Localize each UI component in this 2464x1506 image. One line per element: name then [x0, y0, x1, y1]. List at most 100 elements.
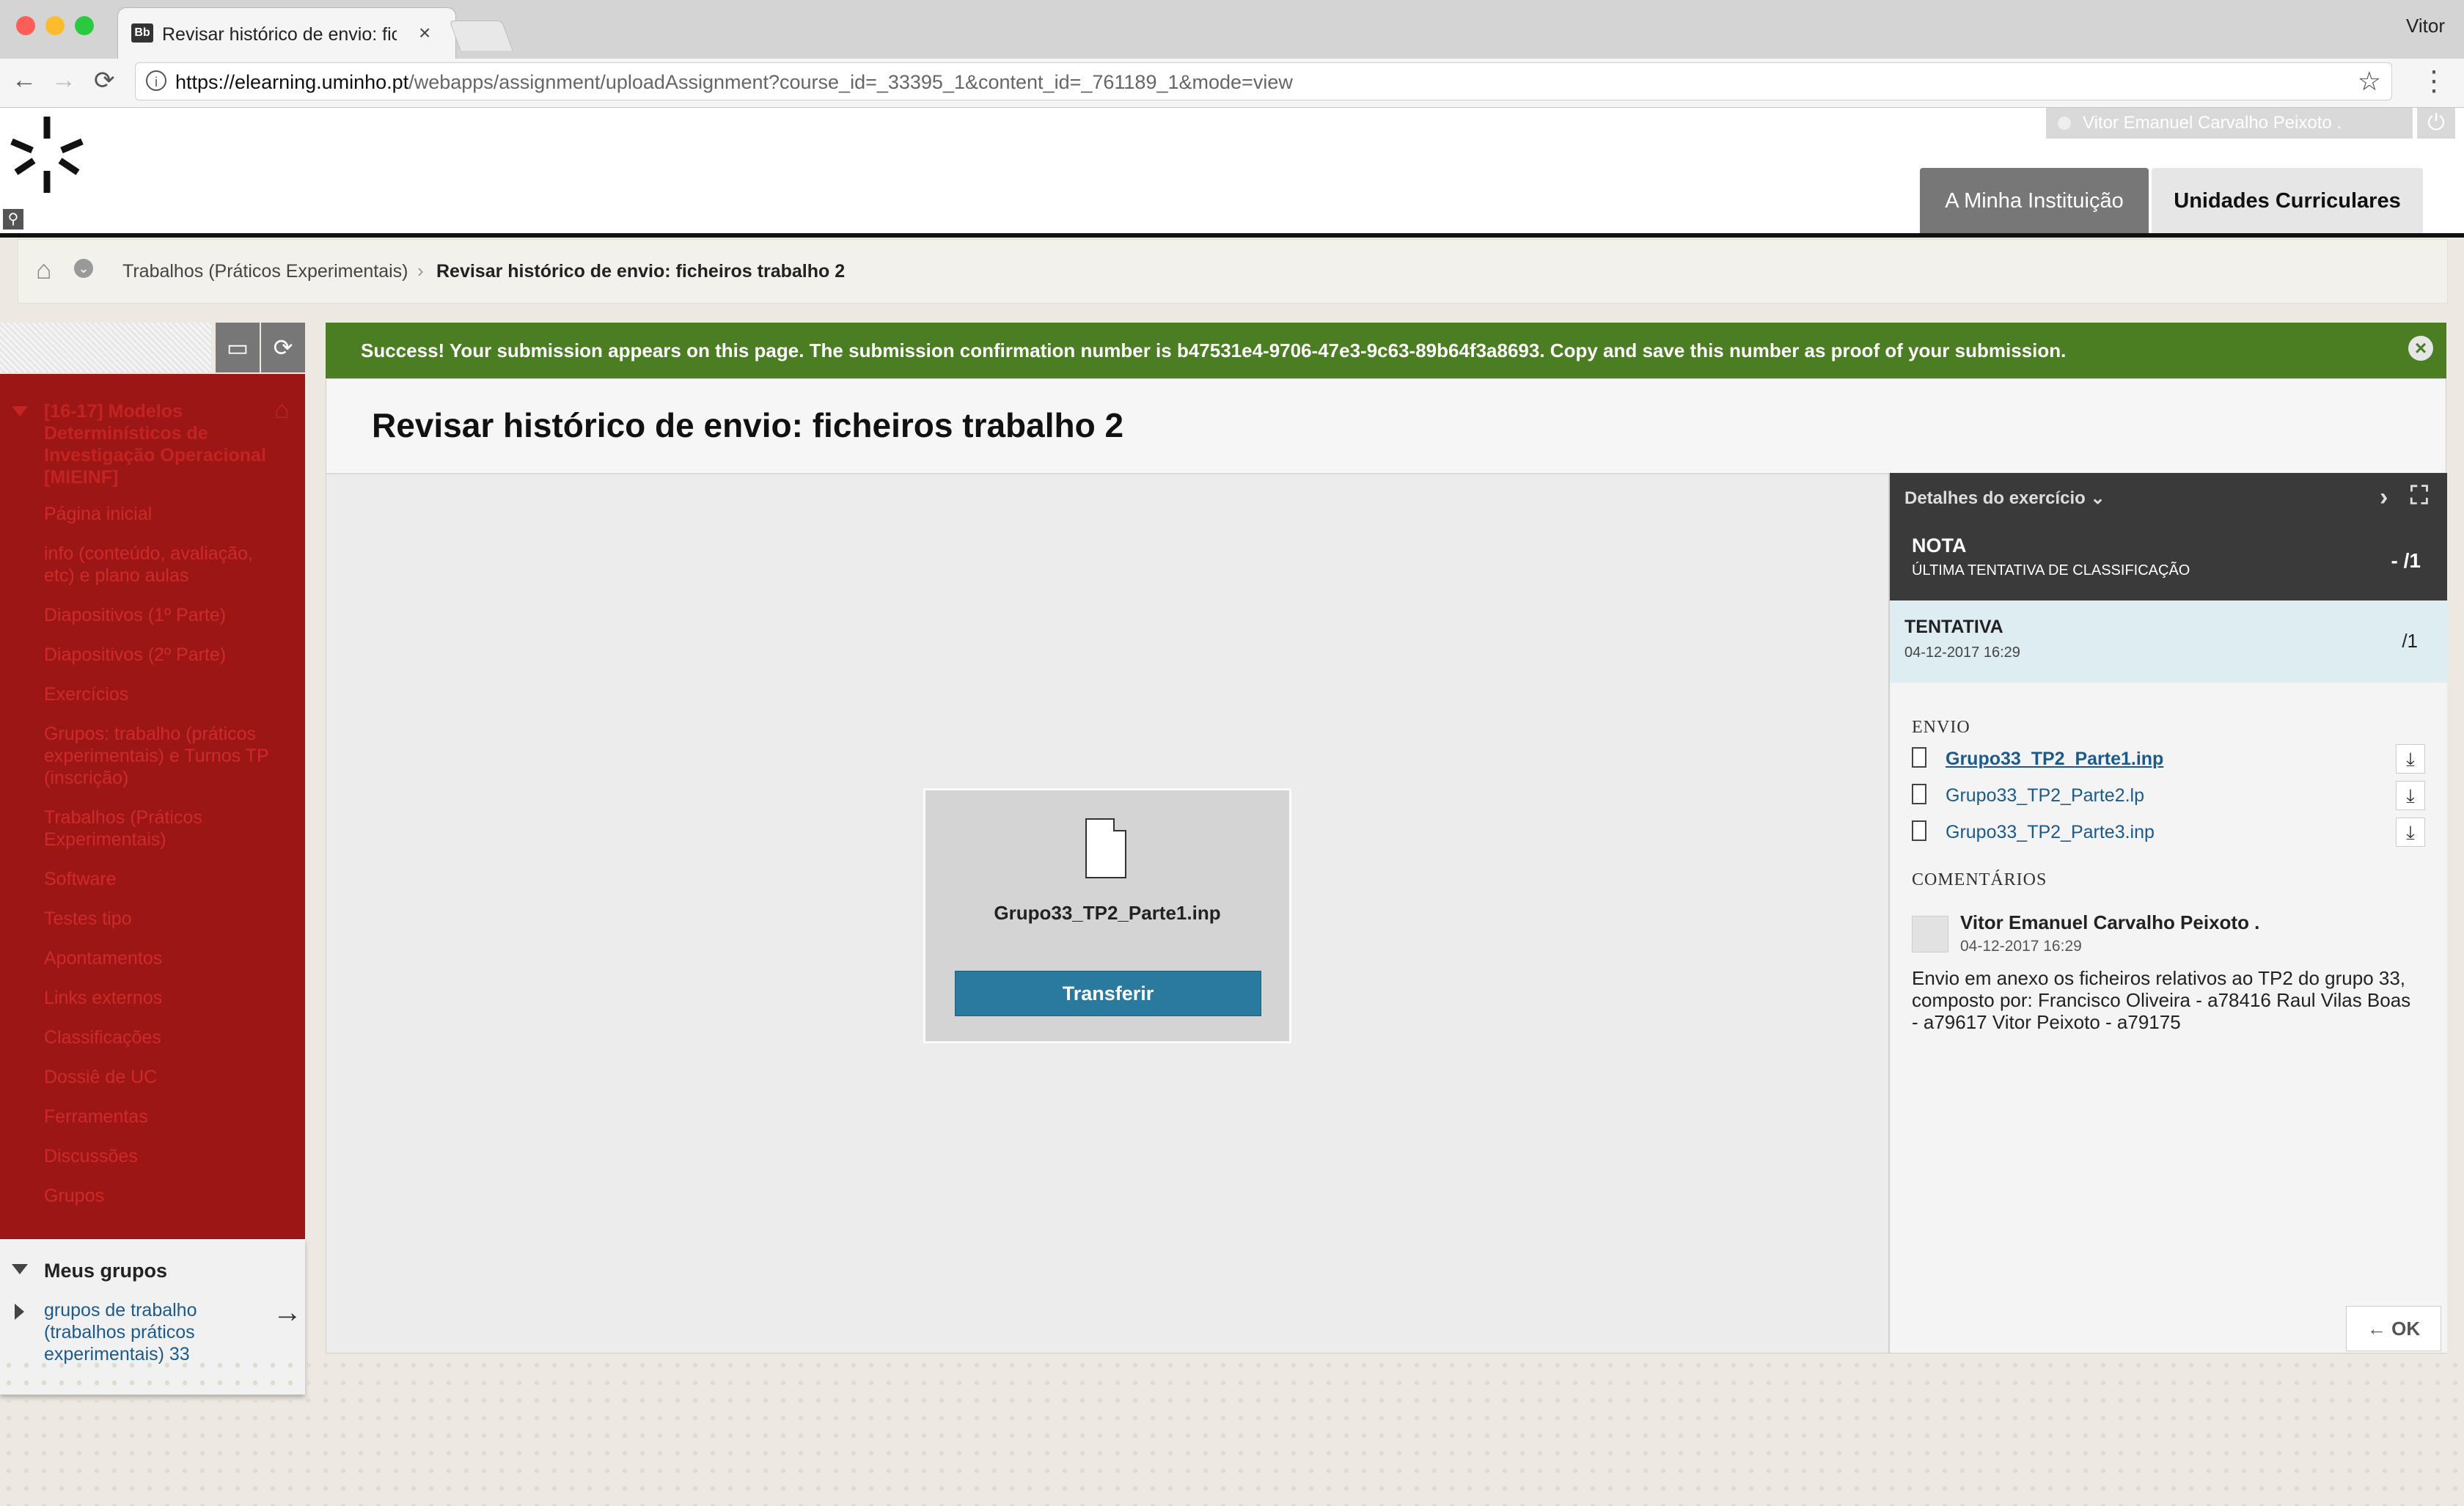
- url-text: https://elearning.uminho.pt/webapps/assi…: [175, 71, 1293, 93]
- fullscreen-icon[interactable]: ⛶: [2410, 482, 2428, 510]
- info-icon[interactable]: i: [146, 70, 166, 91]
- close-icon[interactable]: ×: [2408, 336, 2433, 361]
- close-window-icon[interactable]: [16, 16, 35, 35]
- breadcrumb-separator-icon: ›: [417, 260, 424, 282]
- menu-item-sample-tests[interactable]: Testes tipo: [44, 908, 286, 930]
- details-header: Detalhes do exercício ⌄ › ⛶: [1890, 473, 2447, 523]
- comments-heading: COMENTÁRIOS: [1912, 870, 2047, 889]
- ok-button[interactable]: ← OK: [2346, 1306, 2441, 1351]
- chevron-right-icon[interactable]: ›: [2380, 483, 2388, 512]
- file-link[interactable]: Grupo33_TP2_Parte3.inp: [1946, 822, 2155, 843]
- success-message: Success! Your submission appears on this…: [361, 339, 2067, 361]
- success-banner: Success! Your submission appears on this…: [326, 323, 2446, 378]
- attempt-date: 04-12-2017 16:29: [1904, 644, 2020, 661]
- my-groups-heading: Meus grupos: [44, 1260, 168, 1282]
- menu-item-grades[interactable]: Classificações: [44, 1026, 286, 1048]
- file-icon: [1912, 747, 1926, 768]
- attempt-row[interactable]: TENTATIVA 04-12-2017 16:29 /1: [1890, 600, 2447, 683]
- menu-item-course-dossier[interactable]: Dossiê de UC: [44, 1066, 286, 1088]
- collapse-groups-caret-icon[interactable]: [12, 1264, 28, 1274]
- menu-item-slides-2[interactable]: Diapositivos (2º Parte): [44, 644, 286, 666]
- menu-item-home[interactable]: Página inicial: [44, 503, 286, 525]
- course-menu: [16-17] Modelos Determinísticos de Inves…: [0, 374, 305, 1239]
- download-icon[interactable]: ⤓: [2396, 818, 2425, 847]
- group-link[interactable]: grupos de trabalho (trabalhos práticos e…: [44, 1299, 227, 1365]
- comment-date: 04-12-2017 16:29: [1960, 938, 2082, 955]
- browser-toolbar: ← → ⟳ i https://elearning.uminho.pt/weba…: [0, 59, 2464, 108]
- attempt-value: /1: [2402, 630, 2418, 652]
- address-bar[interactable]: i https://elearning.uminho.pt/webapps/as…: [135, 62, 2392, 100]
- menu-item-info[interactable]: info (conteúdo, avaliação, etc) e plano …: [44, 543, 286, 587]
- file-row: Grupo33_TP2_Parte3.inp ⤓: [1912, 818, 2425, 847]
- menu-item-exercises[interactable]: Exercícios: [44, 683, 286, 705]
- maximize-window-icon[interactable]: [75, 16, 94, 35]
- breadcrumb: ⌂ ⌄ Trabalhos (Práticos Experimentais) ›…: [18, 239, 2448, 304]
- comment-text: Envio em anexo os ficheiros relativos ao…: [1912, 967, 2411, 1033]
- arrow-right-icon[interactable]: →: [273, 1296, 302, 1329]
- menu-item-assignments[interactable]: Trabalhos (Práticos Experimentais): [44, 807, 286, 851]
- menu-item-groups[interactable]: Grupos: [44, 1185, 286, 1207]
- download-icon[interactable]: ⤓: [2396, 781, 2425, 810]
- browser-tab[interactable]: Bb Revisar histórico de envio: fich ×: [117, 7, 456, 59]
- grade-value: - /1: [2391, 549, 2421, 572]
- page-title: Revisar histórico de envio: ficheiros tr…: [372, 406, 1124, 444]
- logout-icon[interactable]: ⏻: [2417, 108, 2455, 139]
- breadcrumb-current: Revisar histórico de envio: ficheiros tr…: [436, 261, 846, 282]
- menu-item-external-links[interactable]: Links externos: [44, 987, 286, 1009]
- uminho-logo: [10, 117, 84, 193]
- chevron-down-icon[interactable]: ⌄: [74, 259, 93, 278]
- reload-icon[interactable]: ⟳: [94, 66, 115, 95]
- preview-filename: Grupo33_TP2_Parte1.inp: [994, 902, 1221, 924]
- minimize-window-icon[interactable]: [45, 16, 65, 35]
- download-button[interactable]: Transferir: [955, 971, 1261, 1016]
- course-title[interactable]: [16-17] Modelos Determinísticos de Inves…: [44, 400, 279, 488]
- new-tab-button[interactable]: [449, 21, 513, 51]
- assignment-details-panel: Detalhes do exercício ⌄ › ⛶ NOTA ÚLTIMA …: [1888, 473, 2447, 1353]
- back-icon[interactable]: ←: [12, 66, 37, 95]
- favicon-icon: Bb: [131, 23, 153, 43]
- close-tab-icon[interactable]: ×: [419, 21, 430, 45]
- menu-item-groups-signup[interactable]: Grupos: trabalho (práticos experimentais…: [44, 723, 286, 789]
- refresh-icon[interactable]: ⟳: [261, 323, 305, 372]
- download-icon[interactable]: ⤓: [2396, 744, 2425, 774]
- browser-profile[interactable]: Vitor: [2406, 15, 2445, 37]
- file-link[interactable]: Grupo33_TP2_Parte1.inp: [1946, 749, 2163, 770]
- course-menu-search[interactable]: [0, 323, 211, 372]
- file-icon: [1912, 820, 1926, 841]
- content-card: Revisar histórico de envio: ficheiros tr…: [326, 378, 2447, 1353]
- collapse-caret-icon[interactable]: [12, 406, 28, 416]
- file-link[interactable]: Grupo33_TP2_Parte2.lp: [1946, 785, 2144, 807]
- user-menu[interactable]: Vitor Emanuel Carvalho Peixoto .: [2046, 108, 2413, 139]
- course-menu-items: Página inicial info (conteúdo, avaliação…: [44, 503, 286, 1224]
- file-row: Grupo33_TP2_Parte2.lp ⤓: [1912, 781, 2425, 810]
- browser-titlebar: Bb Revisar histórico de envio: fich × Vi…: [0, 0, 2464, 59]
- menu-item-notes[interactable]: Apontamentos: [44, 947, 286, 969]
- folder-view-icon[interactable]: ▭: [216, 323, 260, 372]
- menu-item-tools[interactable]: Ferramentas: [44, 1106, 286, 1128]
- tab-my-institution[interactable]: A Minha Instituição: [1920, 168, 2149, 236]
- details-heading[interactable]: Detalhes do exercício ⌄: [1904, 488, 2105, 509]
- home-icon[interactable]: ⌂: [36, 254, 52, 285]
- avatar: [1912, 916, 1948, 952]
- grade-sublabel: ÚLTIMA TENTATIVA DE CLASSIFICAÇÃO: [1912, 562, 2190, 578]
- link-icon[interactable]: ⚲: [3, 209, 23, 229]
- menu-item-slides-1[interactable]: Diapositivos (1º Parte): [44, 604, 286, 626]
- forward-icon[interactable]: →: [51, 66, 76, 95]
- course-home-icon[interactable]: ⌂: [274, 396, 290, 425]
- header-divider: [0, 233, 2464, 238]
- tab-title: Revisar histórico de envio: fich: [162, 24, 397, 45]
- menu-item-software[interactable]: Software: [44, 868, 286, 890]
- browser-menu-icon[interactable]: ⋮: [2420, 65, 2448, 98]
- menu-item-discussions[interactable]: Discussões: [44, 1145, 286, 1167]
- file-icon: [1912, 784, 1926, 804]
- file-preview: Grupo33_TP2_Parte1.inp Transferir: [923, 788, 1291, 1043]
- tab-courses[interactable]: Unidades Curriculares: [2152, 168, 2423, 236]
- course-menu-tools: ▭ ⟳: [0, 323, 305, 372]
- bookmark-star-icon[interactable]: ☆: [2358, 66, 2381, 97]
- breadcrumb-parent[interactable]: Trabalhos (Práticos Experimentais): [122, 261, 408, 282]
- comment-author: Vitor Emanuel Carvalho Peixoto .: [1960, 911, 2260, 933]
- background-pattern: [0, 1356, 2464, 1506]
- expand-group-icon[interactable]: [15, 1304, 24, 1320]
- grade-label: NOTA: [1912, 535, 1967, 557]
- file-row: Grupo33_TP2_Parte1.inp ⤓: [1912, 744, 2425, 774]
